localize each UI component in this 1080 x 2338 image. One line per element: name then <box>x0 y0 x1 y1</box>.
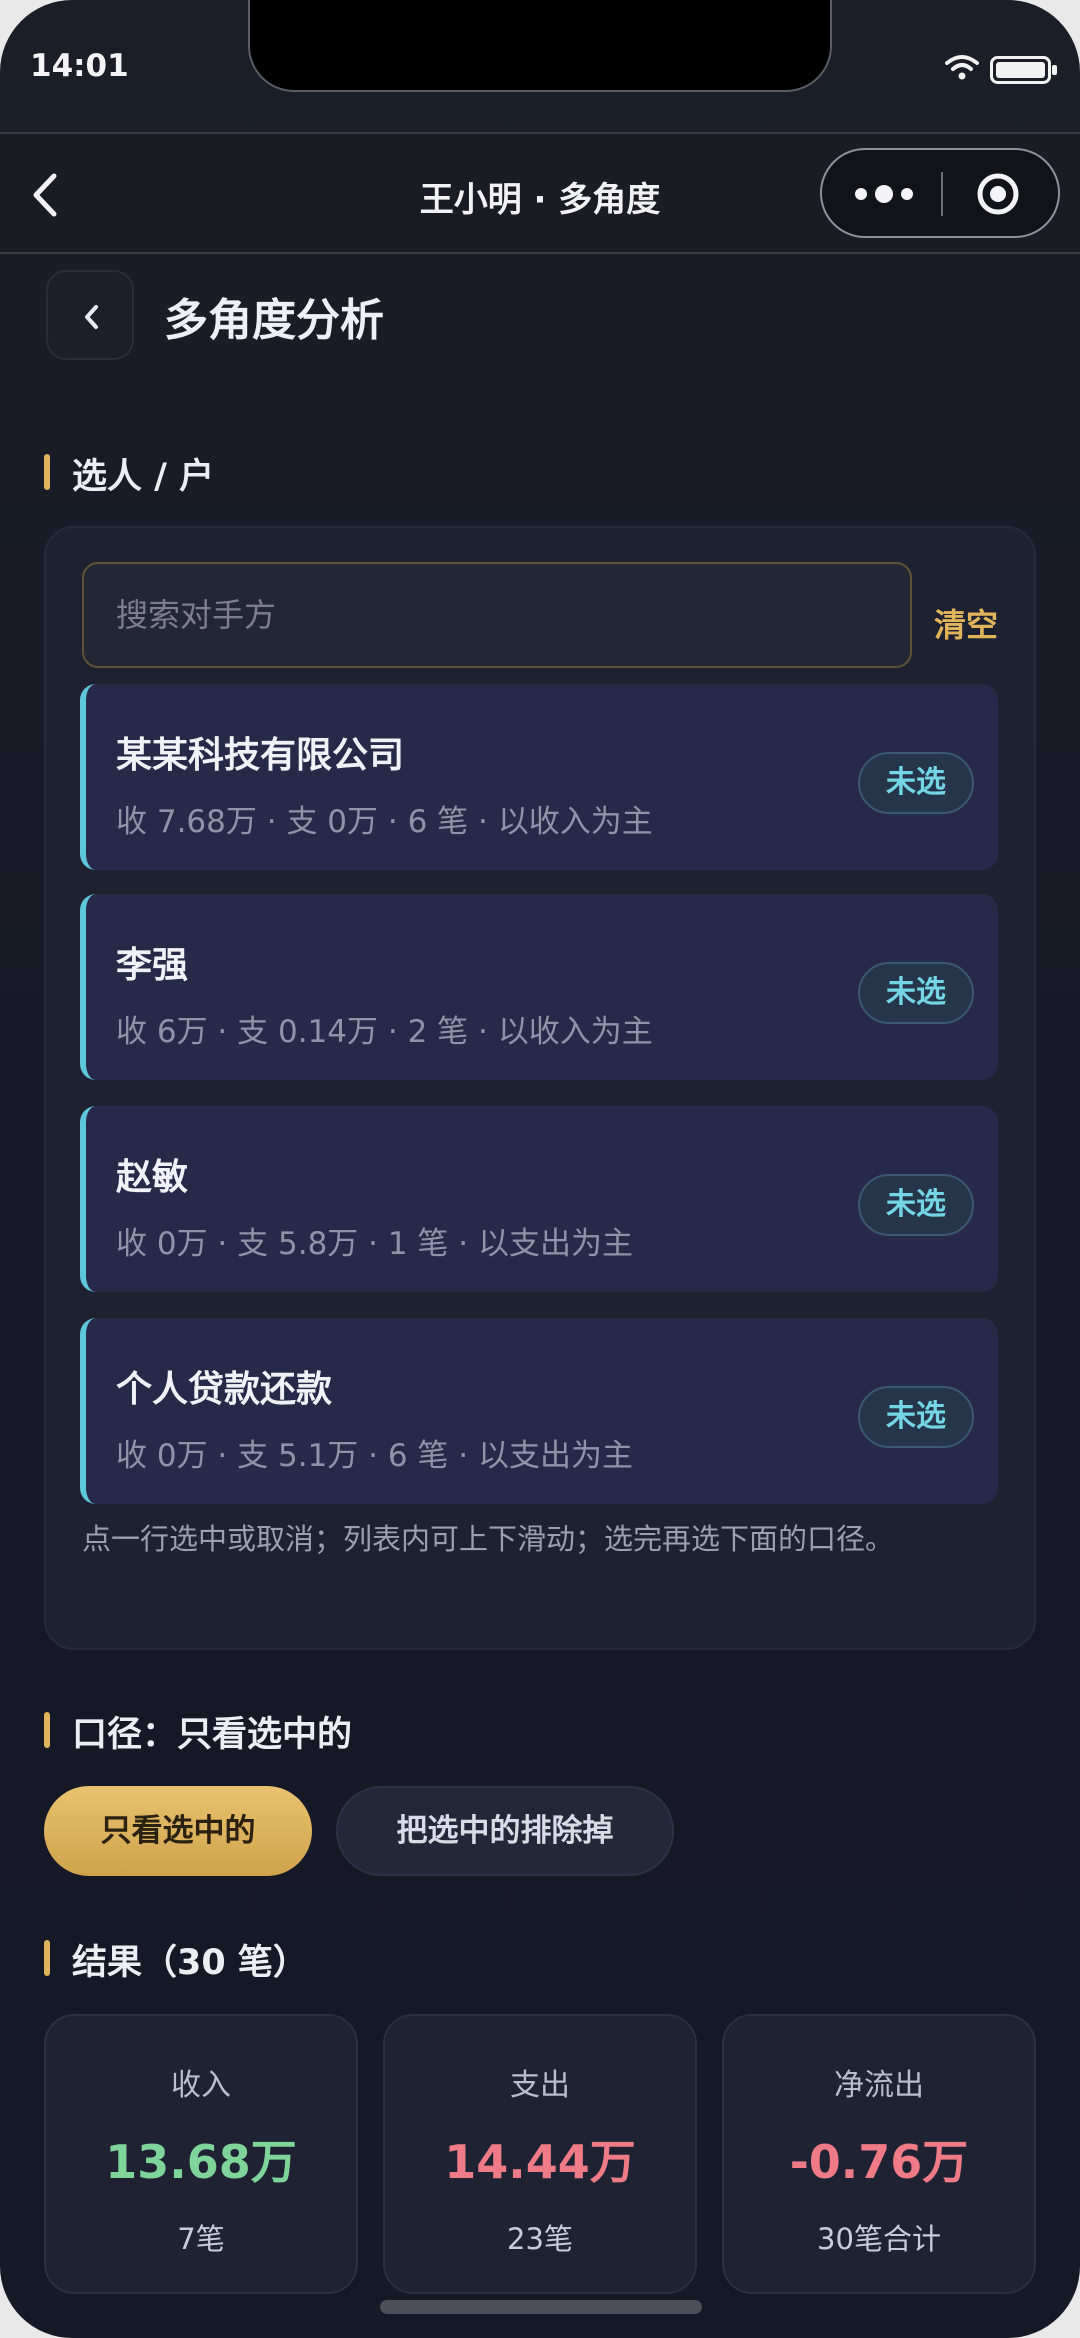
scope-only-selected-chip[interactable]: 只看选中的 <box>44 1786 312 1876</box>
select-card: 清空 某某科技有限公司 收 7.68万 · 支 0万 · 6 笔 · 以收入为主… <box>44 526 1036 1650</box>
list-hint: 点一行选中或取消；列表内可上下滑动；选完再选下面的口径。 <box>82 1522 895 1556</box>
section-title-select: 选人 / 户 <box>44 448 214 499</box>
list-item[interactable]: 某某科技有限公司 收 7.68万 · 支 0万 · 6 笔 · 以收入为主 未选 <box>80 684 998 870</box>
section-accent-bar <box>44 454 50 490</box>
home-indicator[interactable] <box>380 2300 702 2314</box>
list-item[interactable]: 赵敏 收 0万 · 支 5.8万 · 1 笔 · 以支出为主 未选 <box>80 1106 998 1292</box>
clear-button[interactable]: 清空 <box>934 600 998 646</box>
stat-count: 30笔合计 <box>817 2222 941 2256</box>
search-input[interactable] <box>82 562 912 668</box>
stat-label: 净流出 <box>834 2068 924 2103</box>
battery-icon <box>990 56 1057 84</box>
camera-notch <box>248 0 832 92</box>
selection-badge: 未选 <box>858 962 974 1024</box>
selection-badge: 未选 <box>858 1386 974 1448</box>
section-title-text: 口径：只看选中的 <box>72 1715 353 1755</box>
section-accent-bar <box>44 1712 50 1748</box>
item-name: 某某科技有限公司 <box>116 735 405 776</box>
net-outflow-stat-card: 净流出 -0.76万 30笔合计 <box>722 2014 1036 2294</box>
stat-count: 7笔 <box>177 2222 225 2256</box>
section-title-result: 结果（30 笔） <box>44 1934 308 1985</box>
section-title-scope: 口径：只看选中的 <box>44 1706 352 1757</box>
status-time: 14:01 <box>30 48 129 84</box>
selection-badge: 未选 <box>858 1174 974 1236</box>
wifi-icon <box>945 55 979 80</box>
section-title-text: 结果（30 笔） <box>72 1943 308 1983</box>
page-title: 多角度分析 <box>164 295 384 346</box>
expense-stat-card: 支出 14.44万 23笔 <box>383 2014 697 2294</box>
scope-exclude-selected-chip[interactable]: 把选中的排除掉 <box>336 1786 674 1876</box>
counterparty-list[interactable]: 某某科技有限公司 收 7.68万 · 支 0万 · 6 笔 · 以收入为主 未选… <box>80 684 1012 1516</box>
page-header: 多角度分析 <box>0 254 1080 364</box>
item-meta: 收 0万 · 支 5.1万 · 6 笔 · 以支出为主 <box>116 1438 633 1474</box>
mini-program-nav-bar: 王小明 · 多角度 <box>0 132 1080 254</box>
back-button[interactable] <box>46 270 134 360</box>
more-icon[interactable] <box>852 180 916 208</box>
status-bar: 14:01 <box>0 0 1080 132</box>
close-mini-program-icon[interactable] <box>974 170 1022 218</box>
net-outflow-value: -0.76万 <box>789 2135 969 2189</box>
section-accent-bar <box>44 1940 50 1976</box>
item-meta: 收 0万 · 支 5.8万 · 1 笔 · 以支出为主 <box>116 1226 633 1262</box>
expense-value: 14.44万 <box>444 2135 636 2189</box>
selection-badge: 未选 <box>858 752 974 814</box>
list-item[interactable]: 个人贷款还款 收 0万 · 支 5.1万 · 6 笔 · 以支出为主 未选 <box>80 1318 998 1504</box>
list-item[interactable]: 李强 收 6万 · 支 0.14万 · 2 笔 · 以收入为主 未选 <box>80 894 998 1080</box>
stat-label: 收入 <box>171 2068 231 2103</box>
stat-count: 23笔 <box>507 2222 573 2256</box>
income-stat-card: 收入 13.68万 7笔 <box>44 2014 358 2294</box>
capsule-divider <box>941 172 943 216</box>
item-name: 赵敏 <box>116 1157 189 1198</box>
phone-screen: 14:01 王小明 · 多角度 多角度分析 选人 / 户 搜索对手方 清空 某某… <box>0 0 1080 2338</box>
income-value: 13.68万 <box>105 2135 297 2189</box>
section-title-text: 选人 / 户 <box>72 457 215 497</box>
chevron-left-icon <box>85 305 98 329</box>
stat-label: 支出 <box>510 2068 570 2103</box>
item-name: 个人贷款还款 <box>116 1369 333 1410</box>
capsule-menu <box>820 148 1060 238</box>
item-meta: 收 6万 · 支 0.14万 · 2 笔 · 以收入为主 <box>116 1014 653 1050</box>
item-meta: 收 7.68万 · 支 0万 · 6 笔 · 以收入为主 <box>116 804 653 840</box>
item-name: 李强 <box>116 945 189 986</box>
